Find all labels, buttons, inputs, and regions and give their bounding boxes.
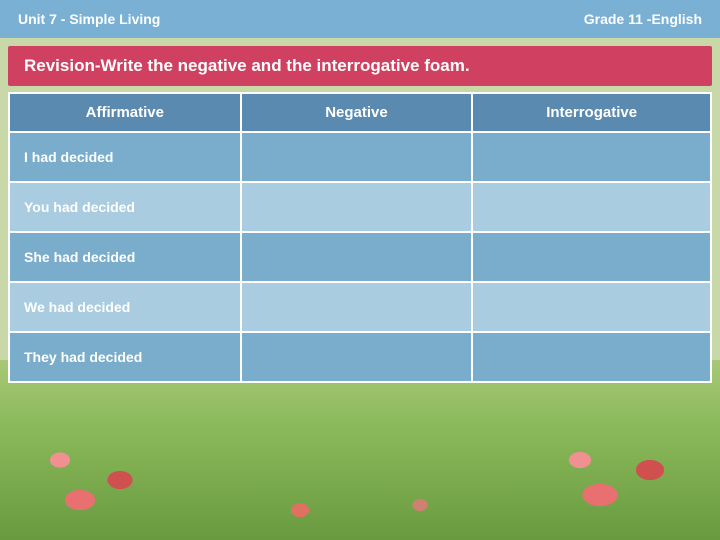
interrogative-cell-2	[472, 232, 711, 282]
table-row: I had decided	[9, 132, 711, 182]
header-grade-label: Grade 11 -English	[584, 11, 702, 27]
negative-cell-1	[241, 182, 473, 232]
affirmative-cell-3: We had decided	[9, 282, 241, 332]
col-header-negative: Negative	[241, 93, 473, 132]
revision-title: Revision-Write the negative and the inte…	[8, 46, 712, 86]
table-row: They had decided	[9, 332, 711, 382]
table-header-row: Affirmative Negative Interrogative	[9, 93, 711, 132]
table-container: Affirmative Negative Interrogative I had…	[8, 92, 712, 383]
table-row: We had decided	[9, 282, 711, 332]
header-unit-label: Unit 7 - Simple Living	[18, 11, 160, 27]
interrogative-cell-4	[472, 332, 711, 382]
interrogative-cell-0	[472, 132, 711, 182]
col-header-interrogative: Interrogative	[472, 93, 711, 132]
affirmative-cell-4: They had decided	[9, 332, 241, 382]
col-header-affirmative: Affirmative	[9, 93, 241, 132]
header-bar: Unit 7 - Simple Living Grade 11 -English	[0, 0, 720, 38]
table-row: She had decided	[9, 232, 711, 282]
affirmative-cell-2: She had decided	[9, 232, 241, 282]
grammar-table: Affirmative Negative Interrogative I had…	[8, 92, 712, 383]
negative-cell-3	[241, 282, 473, 332]
main-content: Unit 7 - Simple Living Grade 11 -English…	[0, 0, 720, 383]
affirmative-cell-0: I had decided	[9, 132, 241, 182]
negative-cell-2	[241, 232, 473, 282]
affirmative-cell-1: You had decided	[9, 182, 241, 232]
table-row: You had decided	[9, 182, 711, 232]
negative-cell-0	[241, 132, 473, 182]
interrogative-cell-3	[472, 282, 711, 332]
negative-cell-4	[241, 332, 473, 382]
interrogative-cell-1	[472, 182, 711, 232]
